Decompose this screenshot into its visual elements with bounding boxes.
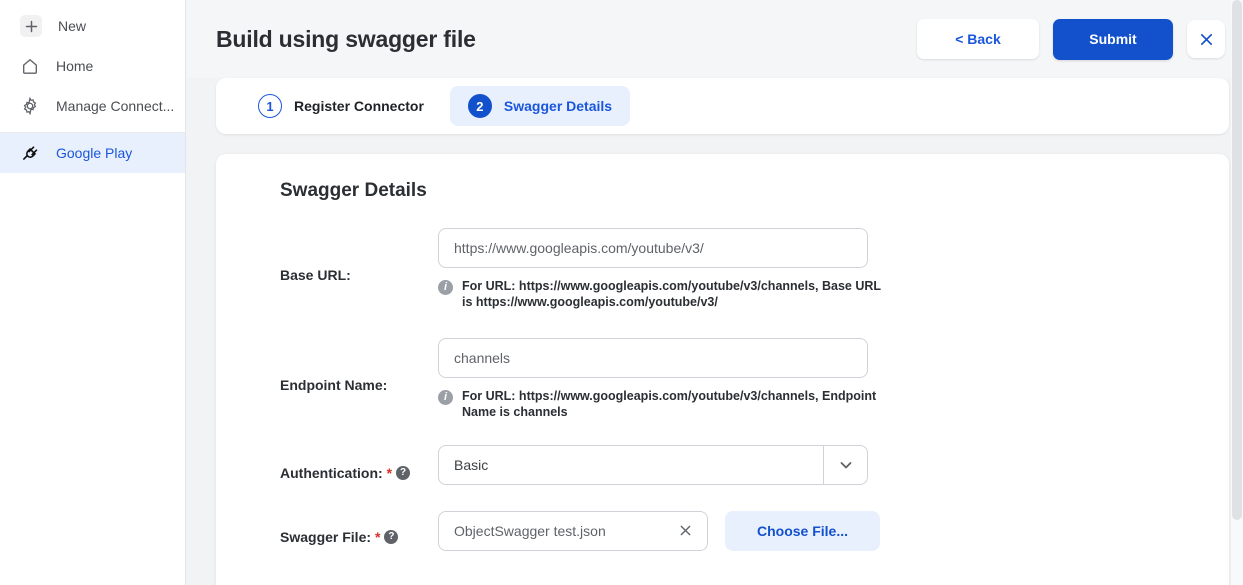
page-title: Build using swagger file (216, 25, 476, 52)
sidebar-item-manage-connectors[interactable]: Manage Connect... (0, 86, 185, 126)
swagger-file-label: Swagger File: * ? (280, 509, 438, 553)
app-root: New Home Manage Connect... Google Play B… (0, 0, 1243, 585)
step-register-connector[interactable]: 1 Register Connector (240, 86, 442, 126)
close-icon[interactable] (1187, 20, 1225, 58)
sidebar-item-label: New (58, 18, 87, 34)
header-actions: < Back Submit (917, 18, 1225, 60)
choose-file-button[interactable]: Choose File... (725, 510, 880, 551)
info-icon: i (438, 280, 453, 295)
base-url-input[interactable] (438, 228, 868, 268)
sidebar-primary-group: New Home Manage Connect... (0, 0, 185, 126)
sidebar-item-home[interactable]: Home (0, 46, 185, 86)
swagger-file-label-text: Swagger File: (280, 528, 372, 545)
endpoint-name-hint-text: For URL: https://www.googleapis.com/yout… (462, 389, 877, 419)
form-section-title: Swagger Details (280, 180, 427, 201)
swagger-file-control: ObjectSwagger test.json Choose File... (438, 509, 1229, 553)
sidebar-connectors-group: Google Play (0, 132, 185, 173)
endpoint-name-control: i For URL: https://www.googleapis.com/yo… (438, 338, 1229, 420)
authentication-select[interactable]: Basic (438, 444, 868, 485)
sidebar-item-label: Google Play (56, 145, 133, 161)
sidebar-item-google-play[interactable]: Google Play (0, 133, 185, 173)
base-url-hint-text: For URL: https://www.googleapis.com/yout… (462, 279, 881, 309)
field-row-authentication: Authentication: * ? Basic (216, 444, 1229, 489)
field-row-base-url: Base URL: i For URL: https://www.googlea… (216, 228, 1229, 310)
base-url-label-text: Base URL: (280, 267, 351, 284)
chevron-down-icon[interactable] (823, 445, 867, 484)
authentication-control: Basic (438, 444, 1229, 489)
step-swagger-details[interactable]: 2 Swagger Details (449, 86, 631, 126)
authentication-selected-value: Basic (454, 456, 489, 473)
home-icon (20, 56, 40, 76)
field-row-swagger-file: Swagger File: * ? ObjectSwagger test.jso… (216, 509, 1229, 553)
step-number-badge: 2 (467, 94, 492, 118)
required-asterisk: * (375, 528, 381, 545)
sidebar-item-label: Manage Connect... (56, 98, 175, 114)
swagger-file-name: ObjectSwagger test.json (454, 522, 606, 539)
clear-file-icon[interactable] (675, 521, 695, 541)
base-url-label: Base URL: (280, 228, 438, 310)
authentication-label: Authentication: * ? (280, 445, 438, 489)
required-asterisk: * (386, 464, 393, 481)
step-label: Register Connector (294, 98, 424, 114)
plug-icon (20, 143, 40, 163)
sidebar: New Home Manage Connect... Google Play (0, 0, 186, 585)
vertical-scrollbar-thumb[interactable] (1232, 0, 1242, 520)
info-icon: i (438, 390, 453, 406)
endpoint-name-input[interactable] (438, 338, 868, 379)
gear-icon (20, 96, 40, 116)
base-url-control: i For URL: https://www.googleapis.com/yo… (438, 228, 1229, 310)
submit-button[interactable]: Submit (1053, 18, 1173, 60)
endpoint-name-label-text: Endpoint Name: (280, 377, 388, 394)
page-header: Build using swagger file < Back Submit (186, 0, 1243, 78)
field-row-endpoint-name: Endpoint Name: i For URL: https://www.go… (216, 338, 1229, 420)
endpoint-name-label: Endpoint Name: (280, 338, 438, 420)
plus-icon (20, 15, 42, 37)
step-label: Swagger Details (503, 98, 613, 114)
endpoint-name-hint: i For URL: https://www.googleapis.com/yo… (438, 389, 883, 420)
swagger-details-form: Swagger Details Base URL: i For URL: htt… (216, 154, 1229, 585)
help-icon[interactable]: ? (396, 465, 411, 480)
authentication-label-text: Authentication: (280, 464, 383, 481)
sidebar-item-new[interactable]: New (0, 6, 185, 46)
wizard-stepper: 1 Register Connector 2 Swagger Details (216, 78, 1229, 134)
help-icon[interactable]: ? (384, 529, 399, 544)
back-button[interactable]: < Back (917, 19, 1039, 59)
vertical-scrollbar-track[interactable] (1231, 0, 1243, 585)
base-url-hint: i For URL: https://www.googleapis.com/yo… (438, 279, 883, 310)
sidebar-item-label: Home (56, 58, 94, 74)
swagger-file-field[interactable]: ObjectSwagger test.json (438, 510, 708, 551)
step-number-badge: 1 (258, 94, 282, 118)
main-content: Build using swagger file < Back Submit 1… (186, 0, 1243, 585)
